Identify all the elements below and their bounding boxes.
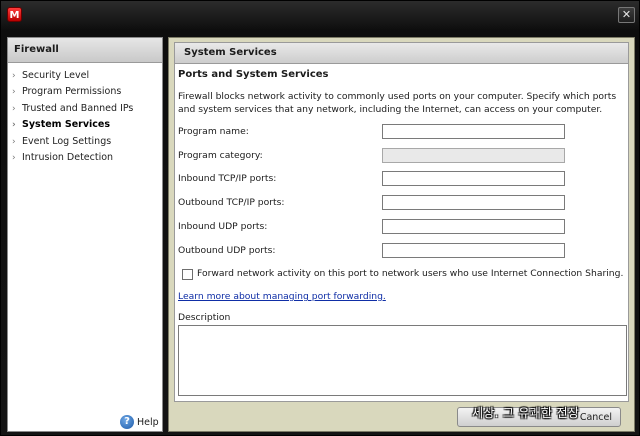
sidebar-item-system-services[interactable]: › System Services [8, 117, 162, 133]
sidebar-item-label: Program Permissions [22, 86, 122, 98]
inbound-tcp-input[interactable] [382, 171, 565, 186]
help-link[interactable]: ? Help [120, 415, 159, 431]
outbound-udp-input[interactable] [382, 243, 565, 258]
page-title: System Services [174, 42, 629, 64]
settings-panel: Ports and System Services Firewall block… [174, 64, 629, 402]
main-content: System Services Ports and System Service… [168, 37, 635, 432]
sidebar-item-intrusion-detection[interactable]: › Intrusion Detection [8, 150, 162, 166]
sidebar-item-label: Trusted and Banned IPs [22, 102, 134, 114]
description-textarea[interactable] [178, 325, 627, 396]
sidebar-item-security-level[interactable]: › Security Level [8, 68, 162, 84]
help-icon: ? [120, 415, 134, 429]
inbound-tcp-label: Inbound TCP/IP ports: [178, 173, 277, 184]
inbound-udp-label: Inbound UDP ports: [178, 221, 268, 232]
section-title: Ports and System Services [178, 69, 329, 80]
program-category-input [382, 148, 565, 163]
outbound-udp-label: Outbound UDP ports: [178, 245, 276, 256]
sidebar-item-event-log-settings[interactable]: › Event Log Settings [8, 134, 162, 150]
chevron-right-icon: › [12, 136, 16, 147]
forward-activity-checkbox[interactable] [182, 269, 193, 280]
sidebar-item-label: Event Log Settings [22, 135, 112, 147]
close-button[interactable]: ✕ [618, 7, 635, 23]
watermark-text: 세상. 그 유쾌한 전장 [472, 406, 580, 420]
chevron-right-icon: › [12, 120, 16, 131]
chevron-right-icon: › [12, 87, 16, 98]
help-label: Help [137, 416, 159, 428]
program-category-label: Program category: [178, 150, 263, 161]
outbound-tcp-input[interactable] [382, 195, 565, 210]
sidebar: Firewall › Security Level › Program Perm… [7, 37, 163, 432]
outbound-tcp-label: Outbound TCP/IP ports: [178, 197, 285, 208]
chevron-right-icon: › [12, 103, 16, 114]
forward-activity-label: Forward network activity on this port to… [197, 268, 624, 279]
learn-more-link[interactable]: Learn more about managing port forwardin… [178, 291, 386, 302]
inbound-udp-input[interactable] [382, 219, 565, 234]
app-window: M ✕ Firewall › Security Level › Program … [0, 0, 640, 436]
chevron-right-icon: › [12, 71, 16, 81]
chevron-right-icon: › [12, 152, 16, 163]
sidebar-item-label: Intrusion Detection [22, 151, 114, 163]
program-name-input[interactable] [382, 124, 565, 139]
app-logo-icon: M [7, 7, 22, 22]
section-description: Firewall blocks network activity to comm… [178, 91, 617, 115]
program-name-label: Program name: [178, 126, 249, 137]
sidebar-list: › Security Level › Program Permissions ›… [8, 63, 162, 166]
sidebar-item-label: System Services [22, 119, 111, 131]
sidebar-title: Firewall [8, 38, 162, 63]
sidebar-item-trusted-banned-ips[interactable]: › Trusted and Banned IPs [8, 101, 162, 117]
sidebar-item-program-permissions[interactable]: › Program Permissions [8, 84, 162, 100]
description-label: Description [178, 312, 231, 323]
sidebar-item-label: Security Level [22, 70, 90, 81]
title-bar: M ✕ [1, 1, 640, 31]
